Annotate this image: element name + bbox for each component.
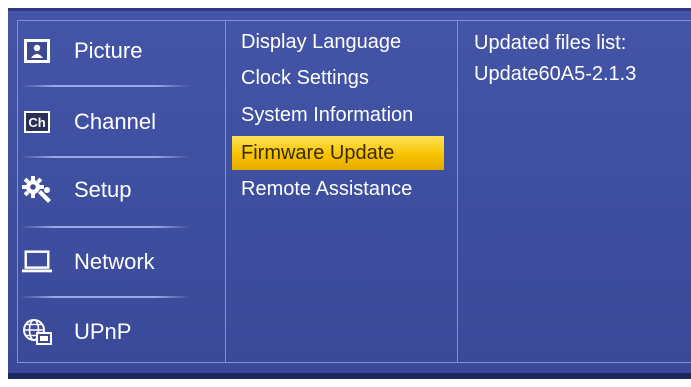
picture-icon — [22, 37, 52, 65]
sidebar-divider — [20, 85, 190, 87]
channel-icon: Ch — [22, 108, 52, 136]
sidebar-item-label: UPnP — [74, 319, 132, 344]
updated-files-title: Updated files list: — [474, 32, 627, 54]
sidebar-item-channel[interactable]: Ch Channel — [10, 88, 200, 156]
menu-item-display-language[interactable]: Display Language — [232, 25, 444, 59]
sidebar-item-label: Channel — [74, 109, 156, 134]
menu-item-system-information[interactable]: System Information — [232, 98, 444, 132]
network-laptop-icon — [22, 248, 52, 276]
sidebar-item-label: Setup — [74, 177, 132, 202]
sidebar-item-picture[interactable]: Picture — [10, 17, 200, 85]
menu-item-remote-assistance[interactable]: Remote Assistance — [232, 172, 444, 206]
svg-text:Ch: Ch — [28, 115, 45, 130]
sidebar-item-setup[interactable]: Setup — [10, 156, 200, 224]
tv-settings-screen: Picture Ch Channel Setup Network UPnP Di… — [0, 0, 691, 387]
upnp-globe-icon — [22, 318, 52, 346]
sidebar-item-label: Picture — [74, 38, 143, 63]
sidebar-item-upnp[interactable]: UPnP — [10, 298, 200, 366]
sidebar-item-label: Network — [74, 249, 155, 274]
update-file-item[interactable]: Update60A5-2.1.3 — [474, 63, 636, 86]
menu-item-clock-settings[interactable]: Clock Settings — [232, 61, 444, 95]
menu-item-firmware-update[interactable]: Firmware Update — [232, 136, 444, 170]
sidebar-item-network[interactable]: Network — [10, 228, 200, 296]
setup-gear-icon — [22, 176, 52, 204]
